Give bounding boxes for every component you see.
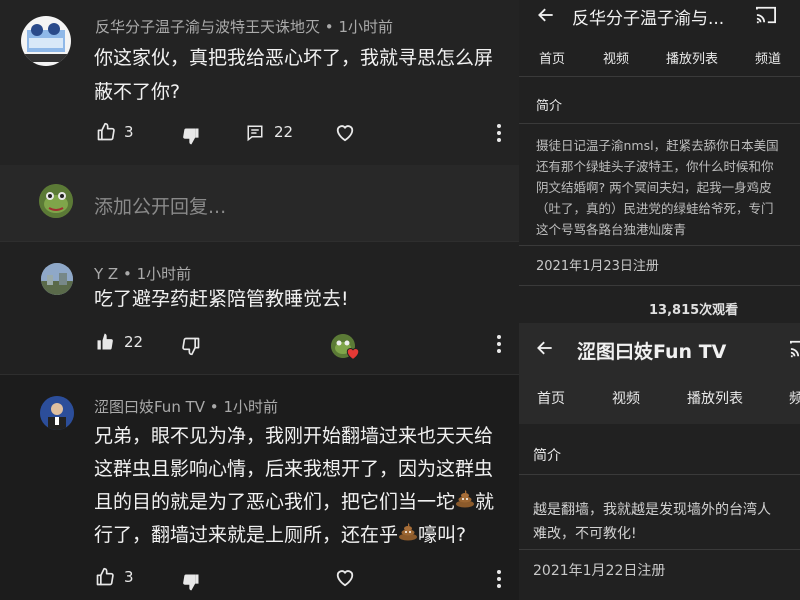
like-count: 22: [124, 333, 144, 351]
thumbs-up-icon[interactable]: [95, 567, 115, 591]
tab-playlists[interactable]: 播放列表: [687, 388, 743, 408]
more-vertical-icon[interactable]: [497, 570, 501, 591]
comment-text-line: 兄弟，眼不见为净，我刚开始翻墙过来也天天给: [94, 425, 494, 447]
comment-text-line: 行了，翻墙过来就是上厕所，还在乎 嚎叫?: [94, 519, 494, 552]
tab-channels[interactable]: 频: [789, 388, 800, 408]
description-line: 这个号骂各路台独港灿废青: [536, 222, 687, 237]
avatar[interactable]: [21, 16, 71, 66]
more-vertical-icon[interactable]: [497, 335, 501, 356]
thumbs-up-icon[interactable]: [95, 332, 115, 356]
comment-author[interactable]: Y Z: [94, 265, 118, 283]
arrow-back-icon[interactable]: [536, 5, 556, 29]
channel-title: 反华分子温子渝与...: [572, 9, 725, 29]
arrow-back-icon[interactable]: [534, 338, 556, 362]
comment-item: Y Z • 1小时前 吃了避孕药赶紧陪管教睡觉去! 22: [0, 241, 519, 375]
meta-separator: •: [324, 18, 334, 36]
cast-icon[interactable]: [789, 339, 800, 363]
tab-videos[interactable]: 视频: [612, 388, 640, 408]
comment-item: 反华分子温子渝与波特王天诛地灭 • 1小时前 你这家伙，真把我给恶心坏了，我就寻…: [0, 0, 519, 165]
add-reply-bar[interactable]: [0, 165, 519, 241]
divider: [519, 76, 800, 77]
comment-author[interactable]: 涩图曰妓Fun TV: [94, 398, 205, 416]
avatar[interactable]: [40, 396, 74, 430]
heart-icon[interactable]: [334, 122, 356, 146]
description-line: 摄徒日记温子渝nmsl，赶紧去舔你日本美国: [536, 138, 779, 153]
tab-videos[interactable]: 视频: [603, 48, 629, 67]
heart-icon[interactable]: [334, 567, 356, 591]
comment-time: 1小时前: [136, 265, 192, 283]
creator-heart-badge-icon: [345, 345, 361, 364]
divider: [519, 245, 800, 246]
comment-icon[interactable]: [246, 124, 264, 146]
like-count: 3: [124, 123, 134, 141]
view-count: 13,815次观看: [649, 303, 739, 318]
channel-description: 摄徒日记温子渝nmsl，赶紧去舔你日本美国 还有那个绿蛙头子波特王，你什么时候和…: [536, 135, 779, 240]
more-vertical-icon[interactable]: [497, 124, 501, 145]
description-line: （吐了，真的）民进党的绿蛙给爷死，专门: [536, 201, 774, 216]
comment-text: 吃了避孕药赶紧陪管教睡觉去!: [94, 282, 349, 316]
avatar: [39, 184, 73, 218]
thumbs-up-icon[interactable]: [96, 122, 116, 146]
meta-separator: •: [123, 265, 132, 283]
section-title: 简介: [533, 448, 561, 464]
description-line: 越是翻墙，我就越是发现墙外的台湾人: [533, 502, 771, 518]
comment-meta: 反华分子温子渝与波特王天诛地灭 • 1小时前: [95, 16, 393, 37]
thumbs-down-icon[interactable]: [181, 126, 201, 150]
divider: [519, 123, 800, 124]
comment-item: 涩图曰妓Fun TV • 1小时前 兄弟，眼不见为净，我刚开始翻墙过来也天天给 …: [0, 374, 519, 600]
channel-description: 越是翻墙，我就越是发现墙外的台湾人 难改，不可教化!: [533, 498, 771, 546]
comment-meta: Y Z • 1小时前: [94, 263, 191, 284]
comment-text-line: 这群虫且影响心情，后来我想开了，因为这群虫: [94, 458, 494, 480]
comment-time: 1小时前: [338, 18, 393, 36]
channel-title: 涩图曰妓Fun TV: [577, 341, 727, 363]
comment-time: 1小时前: [223, 398, 278, 416]
comment-text: 你这家伙，真把我给恶心坏了，我就寻思怎么屏 蔽不了你?: [94, 41, 493, 109]
tab-home[interactable]: 首页: [539, 48, 565, 67]
comment-text-line: 蔽不了你?: [94, 81, 181, 103]
section-title: 简介: [536, 99, 563, 114]
comment-text-line: 且的目的就是为了恶心我们，把它们当一坨就: [94, 486, 494, 519]
like-count: 3: [124, 568, 134, 586]
channel-panels: 反华分子温子渝与... 首页 视频 播放列表 频道 简介 摄徒日记温子渝nmsl…: [519, 0, 800, 600]
divider: [519, 474, 800, 475]
tab-channels[interactable]: 频道: [755, 48, 781, 67]
join-date: 2021年1月22日注册: [533, 563, 666, 579]
comment-meta: 涩图曰妓Fun TV • 1小时前: [94, 396, 278, 417]
comment-text: 兄弟，眼不见为净，我刚开始翻墙过来也天天给 这群虫且影响心情，后来我想开了，因为…: [94, 420, 494, 552]
cast-icon[interactable]: [755, 5, 777, 29]
join-date: 2021年1月23日注册: [536, 259, 659, 274]
tab-playlists[interactable]: 播放列表: [666, 48, 718, 67]
comment-text-line: 吃了避孕药赶紧陪管教睡觉去!: [94, 288, 349, 310]
reply-count[interactable]: 22: [274, 123, 293, 141]
comment-thread: 反华分子温子渝与波特王天诛地灭 • 1小时前 你这家伙，真把我给恶心坏了，我就寻…: [0, 0, 519, 600]
poop-emoji-icon: [455, 486, 475, 519]
thumbs-down-icon[interactable]: [181, 572, 201, 596]
description-line: 阴文结婚啊? 两个冥间夫妇，起我一身鸡皮: [536, 180, 772, 195]
divider: [519, 549, 800, 550]
avatar[interactable]: [41, 263, 73, 295]
comment-author[interactable]: 反华分子温子渝与波特王天诛地灭: [95, 18, 320, 36]
reply-input[interactable]: 添加公开回复...: [94, 192, 226, 219]
description-line: 难改，不可教化!: [533, 526, 637, 542]
description-line: 还有那个绿蛙头子波特王，你什么时候和你: [536, 159, 774, 174]
comment-text-line: 你这家伙，真把我给恶心坏了，我就寻思怎么屏: [94, 47, 494, 69]
meta-separator: •: [209, 398, 219, 416]
tab-home[interactable]: 首页: [537, 388, 565, 408]
divider: [519, 285, 800, 286]
channel-about-panel: 反华分子温子渝与... 首页 视频 播放列表 频道 简介 摄徒日记温子渝nmsl…: [519, 0, 800, 318]
thumbs-down-icon[interactable]: [181, 336, 201, 360]
channel-about-panel: 涩图曰妓Fun TV 首页 视频 播放列表 频 简介 越是翻墙，我就越是发现墙外…: [519, 318, 800, 600]
poop-emoji-icon: [398, 519, 418, 552]
